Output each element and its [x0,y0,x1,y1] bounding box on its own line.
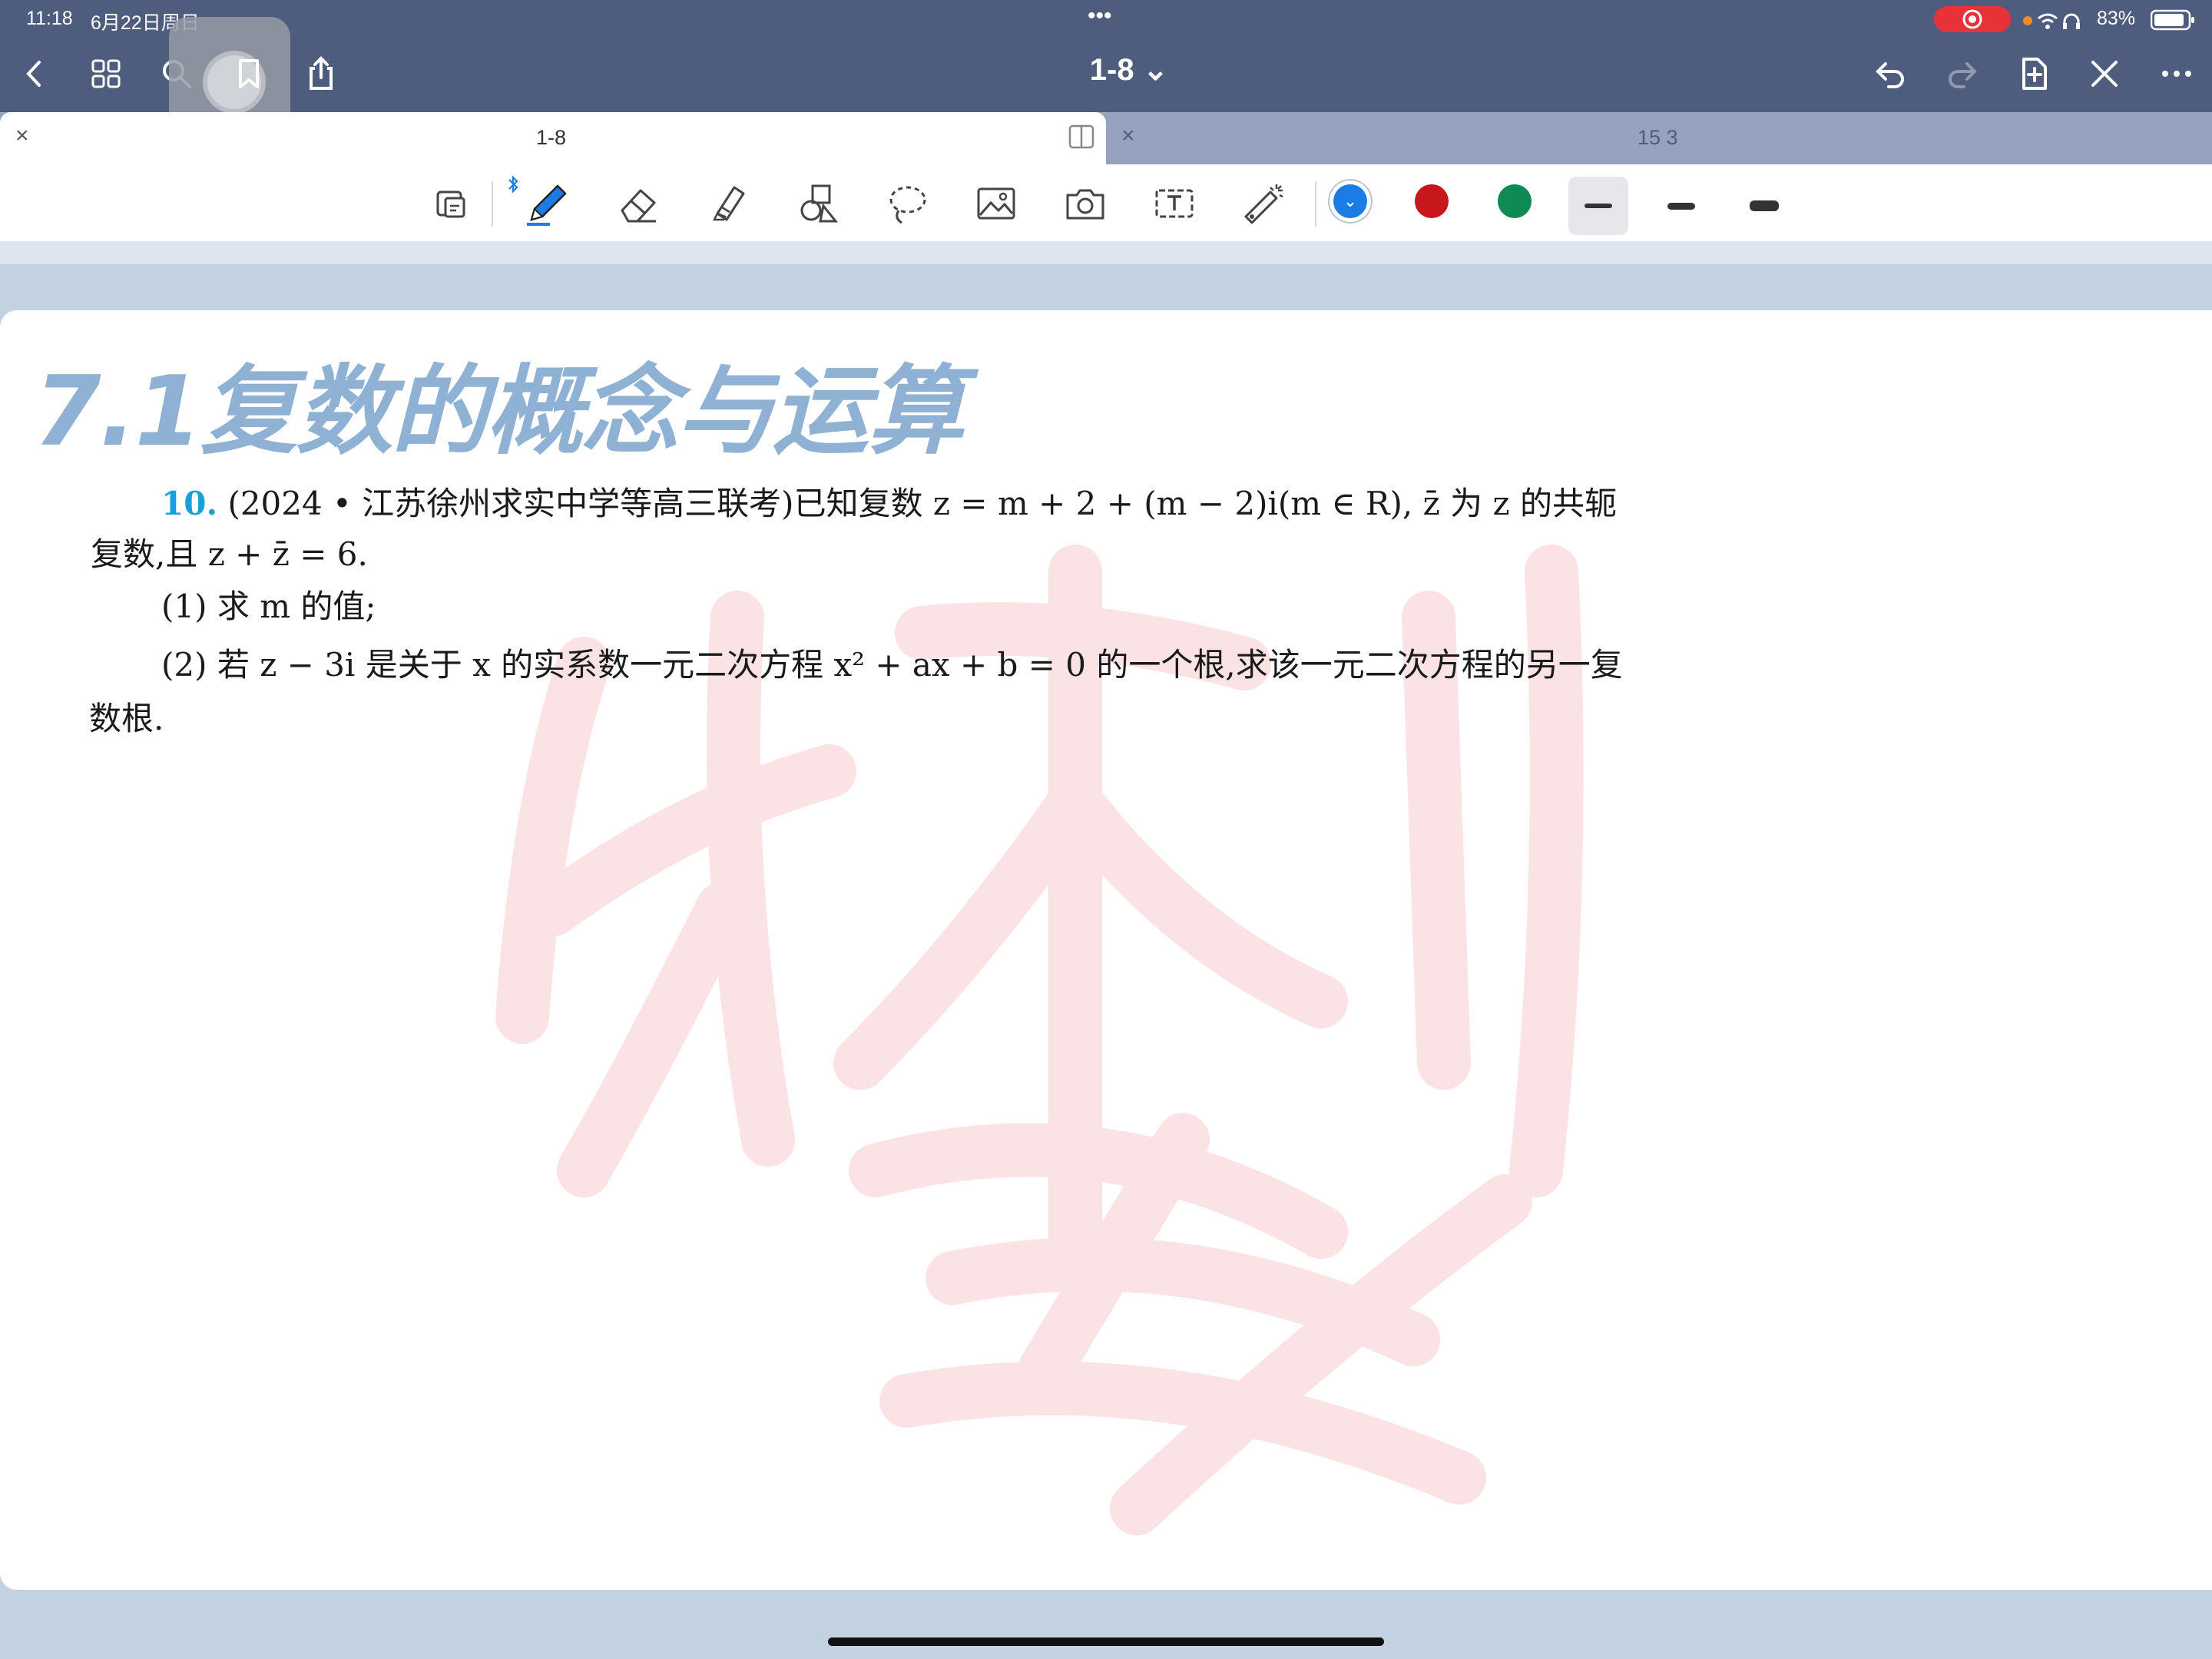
problem-line-1: 10. (2024 • 江苏徐州求实中学等高三联考)已知复数 z = m + 2… [161,478,1617,525]
text-tool-icon[interactable] [1147,177,1201,230]
document-page[interactable]: 7.1复数的概念与运算 10. (2024 • 江苏徐州求实中学等高三联考)已知… [0,310,2212,1590]
close-pen-icon[interactable] [2081,51,2128,97]
record-icon [1962,9,1982,29]
more-icon[interactable] [2154,51,2200,97]
stroke-thick-button[interactable] [1734,177,1794,235]
split-view-icon[interactable] [1068,123,1095,151]
color-swatch-blue[interactable]: ⌄ [1333,184,1367,218]
drawing-toolbar: ⌄ [0,164,2212,242]
bluetooth-icon [508,175,518,194]
tab-bar: × 1-8 × 15 3 [0,112,2212,164]
redo-icon[interactable] [1939,51,1985,97]
toolbar-divider [492,181,493,227]
share-icon[interactable] [298,51,344,97]
home-indicator[interactable] [828,1637,1384,1646]
problem-line-5: 数根. [89,700,164,737]
tab-15-3[interactable]: × 15 3 [1106,112,2212,164]
chapter-title: 7.1复数的概念与运算 [34,355,964,468]
tab-close-icon[interactable]: × [15,123,29,149]
bookmark-icon[interactable] [226,51,272,97]
shapes-tool-icon[interactable] [791,177,845,230]
highlighter-tool-icon[interactable] [700,177,754,230]
color-swatch-red[interactable] [1415,184,1449,218]
toolbar-divider [1315,181,1316,227]
back-icon[interactable] [12,51,58,97]
color-swatch-green[interactable] [1498,184,1532,218]
add-page-icon[interactable] [2011,51,2057,97]
multitask-dots[interactable]: ••• [1088,3,1112,29]
stroke-thin-button[interactable] [1568,177,1628,235]
top-navigation-bar: 11:18 6月22日周日 ••• 83% 1-8 ⌄ [0,0,2212,138]
stroke-medium-button[interactable] [1651,177,1711,235]
battery-icon [2151,9,2194,31]
problem-number: 10. [161,485,218,522]
grid-icon[interactable] [83,51,129,97]
laser-pointer-icon[interactable] [1237,177,1290,230]
problem-part-1: (1) 求 m 的值; [161,588,376,625]
tab-label: 15 3 [1637,126,1678,149]
camera-tool-icon[interactable] [1058,177,1112,230]
problem-text-1: (2024 • 江苏徐州求实中学等高三联考)已知复数 z = m + 2 + (… [227,485,1617,522]
undo-icon[interactable] [1868,51,1914,97]
lasso-tool-icon[interactable] [880,177,934,230]
status-time: 11:18 [26,8,73,29]
problem-line-2: 复数,且 z + z̄ = 6. [91,535,368,573]
problem-part-2: (2) 若 z − 3i 是关于 x 的实系数一元二次方程 x² + ax + … [161,646,1623,684]
document-title-menu[interactable]: 1-8 ⌄ [1060,52,1198,88]
page-gap [0,241,2212,264]
eraser-tool-icon[interactable] [611,177,665,230]
battery-percent: 83% [2097,8,2136,29]
tab-1-8[interactable]: × 1-8 [0,112,1106,164]
tab-close-icon[interactable]: × [1121,123,1135,149]
image-tool-icon[interactable] [969,177,1023,230]
wifi-headphone-icon [2023,13,2080,29]
screen-recording-indicator[interactable] [1934,6,2011,32]
pen-tool-icon[interactable] [519,177,573,230]
read-only-icon[interactable] [426,177,479,230]
tab-label: 1-8 [536,126,567,149]
